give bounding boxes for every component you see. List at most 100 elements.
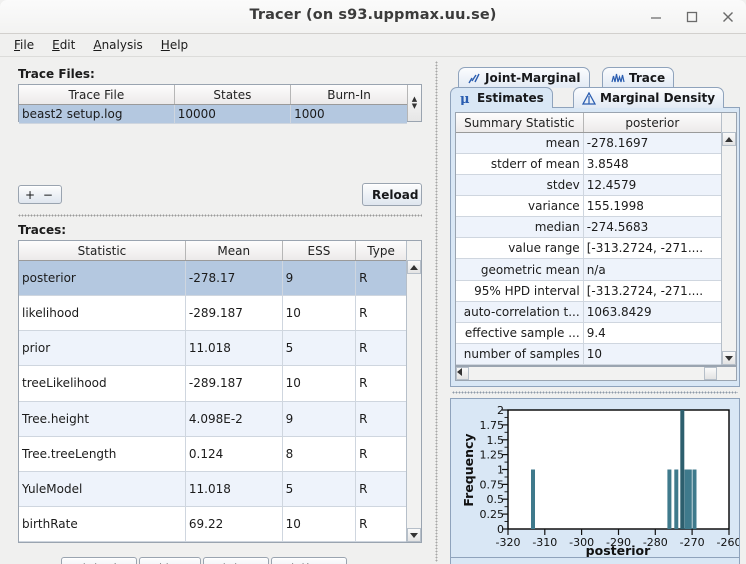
cell-stat: median xyxy=(456,216,584,239)
tab-estimates-label: Estimates xyxy=(477,91,544,105)
left-pane: Trace Files: Trace File States Burn-In b… xyxy=(0,57,432,564)
table-row[interactable]: number of samples 10 xyxy=(456,343,721,365)
vertical-splitter[interactable] xyxy=(432,57,442,564)
col-statistic[interactable]: Statistic xyxy=(19,241,186,261)
tab-trace[interactable]: Trace xyxy=(602,67,675,88)
scroll-down-arrow-icon[interactable] xyxy=(407,528,421,542)
minimize-button[interactable] xyxy=(648,9,664,25)
remove-trace-file-button[interactable]: − xyxy=(43,188,55,202)
summary-vertical-scrollbar[interactable] xyxy=(721,113,736,365)
tab-marginal-density[interactable]: Marginal Density xyxy=(573,87,725,108)
table-row[interactable]: geometric mean n/a xyxy=(456,258,721,281)
x-tick-6: -260 xyxy=(717,536,739,549)
table-row[interactable]: Tree.height 4.098E-2 9 R xyxy=(19,401,406,437)
table-row[interactable]: treeLikelihood -289.187 10 R xyxy=(19,365,406,402)
type-time-button[interactable]: (T)ime xyxy=(271,557,347,564)
horizontal-split-handle[interactable] xyxy=(18,214,422,217)
table-row[interactable]: posterior -278.17 9 R xyxy=(19,260,406,297)
col-mean[interactable]: Mean xyxy=(185,241,283,261)
trace-icon xyxy=(611,72,625,85)
tab-joint-marginal[interactable]: Joint-Marginal xyxy=(458,67,590,88)
main-split: Trace Files: Trace File States Burn-In b… xyxy=(0,57,746,564)
add-trace-file-button[interactable]: + xyxy=(25,188,37,202)
reload-button[interactable]: Reload xyxy=(362,183,422,206)
table-row[interactable]: 95% HPD interval [-313.2724, -271.... xyxy=(456,280,721,302)
scroll-down-arrow-icon[interactable] xyxy=(722,351,736,365)
summary-statistics-table[interactable]: Summary Statistic posterior mean -278.169… xyxy=(455,112,737,366)
menu-edit-mnemonic: E xyxy=(52,38,60,52)
menu-edit-label: dit xyxy=(59,38,76,52)
scroll-left-arrow-icon[interactable] xyxy=(456,367,469,380)
cell-trace-file: beast2 setup.log xyxy=(19,104,175,124)
scroll-up-arrow-icon[interactable] xyxy=(722,132,736,146)
col-type[interactable]: Type xyxy=(355,241,406,261)
table-row[interactable]: beast2 setup.log 10000 1000 xyxy=(19,104,407,124)
cell-type: R xyxy=(355,436,406,472)
frequency-histogram[interactable]: 2 1.75 1.5 1.25 1 0.75 0.5 0.25 0 Freque… xyxy=(451,399,741,558)
scroll-right-arrow-icon[interactable] xyxy=(704,367,717,380)
menu-file[interactable]: File xyxy=(6,36,42,54)
col-posterior[interactable]: posterior xyxy=(583,113,721,133)
cell-mean: -289.187 xyxy=(185,365,283,402)
cell-ess: 10 xyxy=(282,506,357,543)
trace-files-spinner[interactable]: ▲ ▼ xyxy=(407,85,421,121)
tab-estimates[interactable]: μ Estimates xyxy=(450,87,553,108)
cell-type: R xyxy=(355,260,406,297)
type-cat-button[interactable]: (C)at xyxy=(203,557,269,564)
col-burnin[interactable]: Burn-In xyxy=(290,85,407,105)
cell-mean: 11.018 xyxy=(185,471,283,507)
col-summary-statistic[interactable]: Summary Statistic xyxy=(456,113,584,133)
trace-files-table[interactable]: Trace File States Burn-In beast2 setup.l… xyxy=(18,84,422,124)
add-remove-buttons[interactable]: + − xyxy=(18,185,62,204)
table-row[interactable]: mean -278.1697 xyxy=(456,132,721,155)
menu-analysis-mnemonic: A xyxy=(93,38,102,52)
cell-value: n/a xyxy=(583,258,721,281)
menu-help[interactable]: Help xyxy=(153,36,196,54)
table-row[interactable]: variance 155.1998 xyxy=(456,195,721,218)
table-row[interactable]: stderr of mean 3.8548 xyxy=(456,153,721,176)
close-button[interactable] xyxy=(720,9,736,25)
cell-mean: 0.124 xyxy=(185,436,283,472)
scroll-up-arrow-icon[interactable] xyxy=(407,260,421,274)
table-row[interactable]: value range [-313.2724, -271.... xyxy=(456,237,721,260)
cell-mean: -289.187 xyxy=(185,295,283,332)
tab-joint-marginal-label: Joint-Marginal xyxy=(485,71,581,85)
traces-table[interactable]: Statistic Mean ESS Type posterior -278.1… xyxy=(18,240,422,543)
y-axis-label: Frequency xyxy=(461,433,476,506)
table-row[interactable]: auto-correlation t... 1063.8429 xyxy=(456,301,721,323)
cell-statistic: YuleModel xyxy=(19,471,186,507)
summary-horizontal-scrollbar[interactable] xyxy=(455,366,737,381)
menu-help-label: elp xyxy=(169,38,189,52)
cell-stat: geometric mean xyxy=(456,258,584,281)
type-int-button[interactable]: (I)nt xyxy=(139,557,201,564)
col-trace-file[interactable]: Trace File xyxy=(19,85,175,105)
spinner-down-icon[interactable]: ▼ xyxy=(412,103,417,110)
maximize-button[interactable] xyxy=(684,9,700,25)
table-row[interactable]: Tree.treeLength 0.124 8 R xyxy=(19,436,406,472)
menu-help-mnemonic: H xyxy=(160,38,170,52)
table-row[interactable]: YuleModel 11.018 5 R xyxy=(19,471,406,507)
col-ess[interactable]: ESS xyxy=(282,241,357,261)
col-states[interactable]: States xyxy=(174,85,292,105)
svg-text:1.25: 1.25 xyxy=(480,449,505,462)
cell-stat: 95% HPD interval xyxy=(456,280,584,302)
histogram-controls: Setup... Bins: 50 xyxy=(450,558,740,564)
right-split-handle[interactable] xyxy=(452,391,738,394)
menu-bar: File Edit Analysis Help xyxy=(0,34,746,57)
type-real-button[interactable]: (R)eal xyxy=(61,557,137,564)
table-row[interactable]: stdev 12.4579 xyxy=(456,174,721,197)
table-row[interactable]: likelihood -289.187 10 R xyxy=(19,295,406,332)
traces-vertical-scrollbar[interactable] xyxy=(406,241,421,542)
svg-text:0.25: 0.25 xyxy=(480,508,505,521)
cell-stat: variance xyxy=(456,195,584,218)
x-tick-1: -310 xyxy=(532,536,557,549)
menu-analysis[interactable]: Analysis xyxy=(85,36,150,54)
table-row[interactable]: birthRate 69.22 10 R xyxy=(19,506,406,543)
menu-edit[interactable]: Edit xyxy=(44,36,83,54)
table-row[interactable]: median -274.5683 xyxy=(456,216,721,239)
summary-table-body: mean -278.1697 stderr of mean 3.8548 stdev… xyxy=(456,132,721,365)
table-header-row: Summary Statistic posterior xyxy=(456,113,721,133)
table-row[interactable]: prior 11.018 5 R xyxy=(19,330,406,367)
table-row[interactable]: effective sample ... 9.4 xyxy=(456,322,721,344)
tab-row-top: Joint-Marginal Trace xyxy=(450,67,740,89)
